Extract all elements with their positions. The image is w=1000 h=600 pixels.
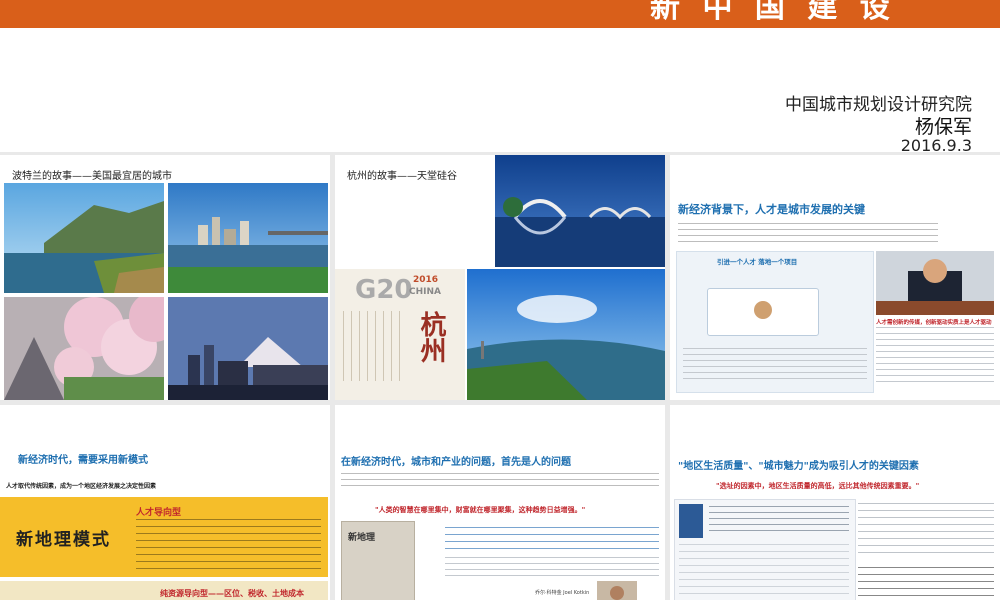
body-text-lines bbox=[678, 223, 938, 247]
west-lake-aerial-photo bbox=[467, 269, 665, 400]
survey-table bbox=[679, 544, 849, 598]
right-label: 人才需创新的传媒，创新驱动实质上是人才驱动 bbox=[876, 320, 992, 326]
arched-bridge-photo bbox=[495, 155, 665, 267]
panel-subtitle: 引进一个人才 落地一个项目 bbox=[717, 258, 798, 266]
slide-title: 在新经济时代，城市和产业的问题，首先是人的问题 bbox=[341, 457, 571, 468]
slide-subtitle: 人才取代传统因素，成为一个地区经济发展之决定性因素 bbox=[6, 483, 157, 490]
g20-country: CHINA bbox=[409, 287, 441, 297]
resource-oriented-box: 纯资源导向型——区位、税收、土地成本 bbox=[0, 581, 328, 600]
report-text-lines bbox=[709, 506, 849, 536]
presentation-date: 2016.9.3 bbox=[900, 136, 972, 155]
slide-thumbnail-people-problem[interactable]: 在新经济时代，城市和产业的问题，首先是人的问题 "人类的智慧在哪里集中，财富就在… bbox=[335, 405, 665, 600]
right-text-lines bbox=[876, 327, 994, 387]
g20-year: 2016 bbox=[413, 275, 439, 285]
intro-text-lines bbox=[341, 473, 659, 487]
cherry-blossom-walk-photo bbox=[4, 297, 164, 400]
slide-title: "地区生活质量"、"城市魅力"成为吸引人才的关键因素 bbox=[678, 461, 919, 472]
city-river-photo bbox=[168, 183, 328, 293]
book-cover: 新地理 bbox=[341, 521, 415, 600]
author-caption: 乔尔·科特金 Joel Kotkin bbox=[535, 590, 590, 596]
slide-thumbnail-new-mode[interactable]: 新经济时代，需要采用新模式 人才取代传统因素，成为一个地区经济发展之决定性因素 … bbox=[0, 405, 330, 600]
quote-text: "选址的因素中，地区生活质量的高低，远比其他传统因素重要。" bbox=[716, 482, 920, 490]
g20-poster: G20 2016 CHINA 杭州 bbox=[335, 269, 465, 400]
slide-caption: 波特兰的故事——美国最宜居的城市 bbox=[12, 171, 172, 182]
slide-thumbnail-hangzhou[interactable]: 杭州的故事——天堂硅谷 G20 2016 CHINA 杭州 bbox=[335, 155, 665, 400]
slide-title: 新经济背景下，人才是城市发展的关键 bbox=[678, 203, 865, 216]
network-diagram bbox=[707, 288, 819, 336]
blue-text-lines bbox=[445, 527, 659, 551]
talent-project-panel: 引进一个人才 落地一个项目 bbox=[676, 251, 874, 393]
slide-title: 新经济时代，需要采用新模式 bbox=[18, 455, 148, 466]
quote-text: "人类的智慧在哪里集中，财富就在哪里聚集，这种趋势日益增强。" bbox=[375, 506, 586, 514]
body-text-lines bbox=[445, 557, 659, 581]
panel-text-lines bbox=[683, 348, 867, 384]
slide-caption: 杭州的故事——天堂硅谷 bbox=[347, 171, 457, 182]
box-text-lines bbox=[136, 519, 321, 569]
slide-thumbnail-quality-of-life[interactable]: "地区生活质量"、"城市魅力"成为吸引人才的关键因素 "选址的因素中，地区生活质… bbox=[670, 405, 1000, 600]
conclusion-text-lines bbox=[858, 567, 994, 597]
new-geography-banner: 新地理模式 bbox=[16, 530, 111, 550]
lake-mountain-photo bbox=[4, 183, 164, 293]
resource-box-title: 纯资源导向型——区位、税收、土地成本 bbox=[160, 589, 304, 598]
title-banner: 新 中 国 建 设 bbox=[0, 0, 1000, 28]
author-portrait bbox=[597, 581, 637, 600]
slide-thumbnail-portland[interactable]: 波特兰的故事——美国最宜居的城市 bbox=[0, 155, 330, 400]
banner-title-fragment: 新 中 国 建 设 bbox=[650, 0, 896, 25]
right-text-lines bbox=[858, 503, 994, 559]
report-cover bbox=[679, 504, 703, 538]
city-night-mountain-photo bbox=[168, 297, 328, 400]
speaker-photo bbox=[876, 251, 994, 315]
g20-logo: G20 bbox=[355, 275, 413, 305]
cover-header: 中国城市规划设计研究院 杨保军 2016.9.3 bbox=[0, 28, 1000, 155]
book-title: 新地理 bbox=[348, 533, 376, 543]
talent-oriented-box: 人才导向型 新地理模式 bbox=[0, 497, 328, 577]
poem-text-block bbox=[343, 311, 403, 381]
author-name: 杨保军 bbox=[914, 116, 972, 138]
box-title: 人才导向型 bbox=[136, 508, 182, 518]
report-panel bbox=[674, 499, 856, 600]
hangzhou-calligraphy: 杭州 bbox=[416, 311, 446, 363]
slide-thumbnail-talent-key[interactable]: 新经济背景下，人才是城市发展的关键 引进一个人才 落地一个项目 人才需创新的传媒… bbox=[670, 155, 1000, 400]
